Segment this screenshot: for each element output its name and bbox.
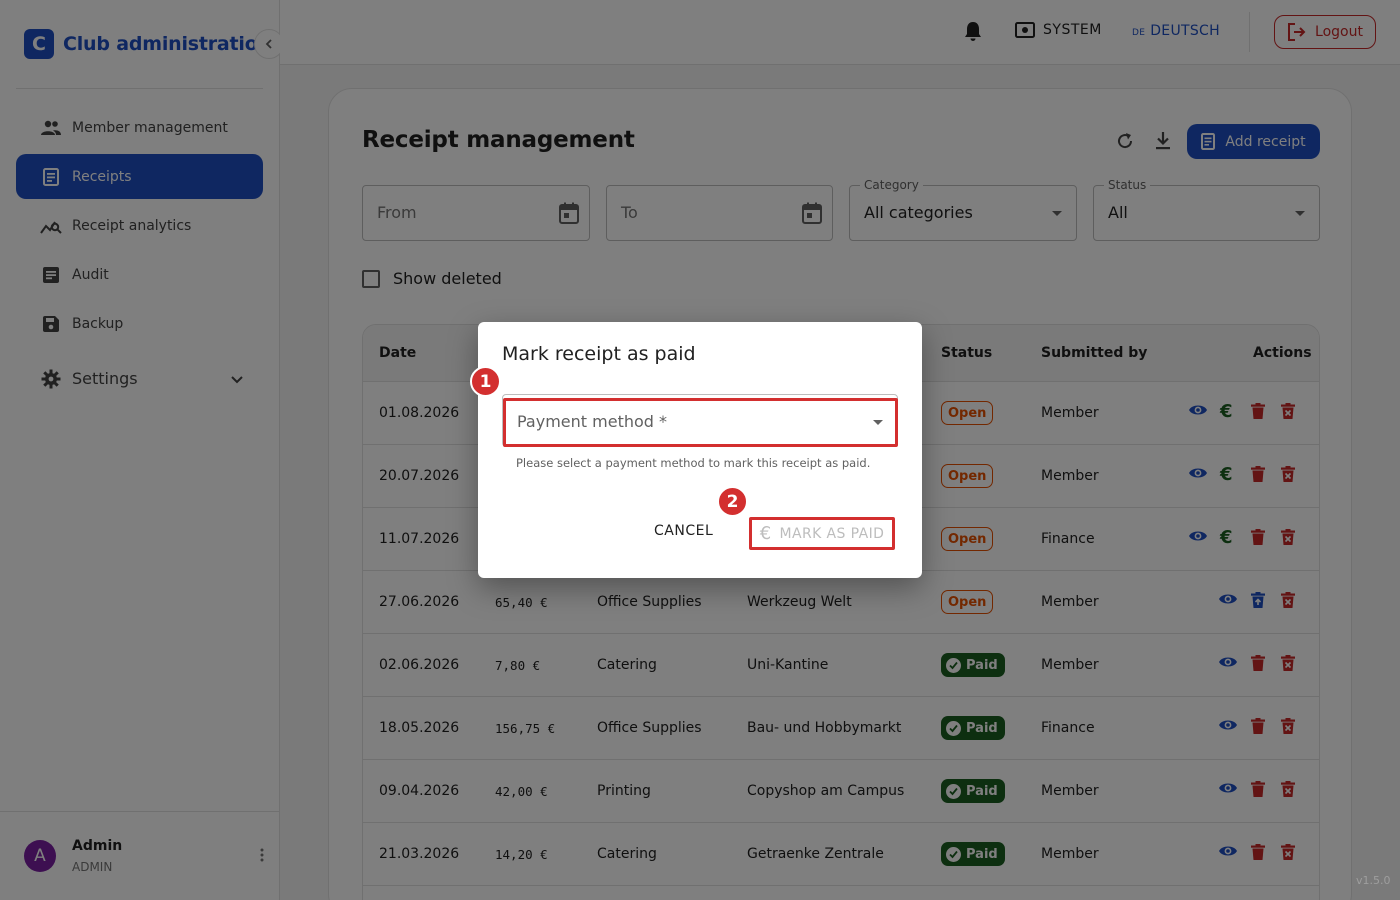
step-marker-2: 2 <box>717 486 748 517</box>
payment-method-placeholder: Payment method * <box>517 412 668 431</box>
payment-method-select[interactable]: Payment method * <box>502 394 898 447</box>
mark-as-paid-button[interactable]: € MARK AS PAID <box>749 517 895 550</box>
payment-method-helper: Please select a payment method to mark t… <box>516 456 871 470</box>
step-marker-1: 1 <box>470 366 501 397</box>
dialog-title: Mark receipt as paid <box>502 343 696 365</box>
app-version: v1.5.0 <box>1356 874 1391 887</box>
euro-icon: € <box>759 523 772 544</box>
mark-paid-dialog: Mark receipt as paid Payment method * Pl… <box>470 322 922 578</box>
mark-as-paid-label: MARK AS PAID <box>779 525 885 542</box>
dropdown-arrow-icon <box>873 420 883 425</box>
cancel-button[interactable]: CANCEL <box>654 523 713 539</box>
